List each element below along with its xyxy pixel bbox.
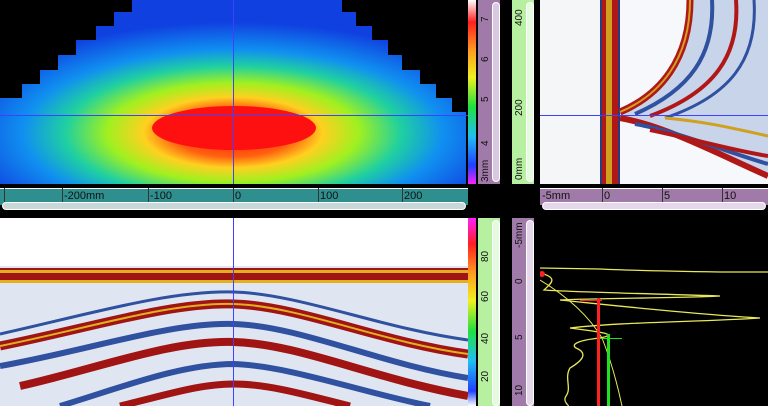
dscan-x-scrollbar[interactable] [542,202,766,210]
cscan-x-tick-label: 0 [235,190,242,202]
cscan-y-scale[interactable]: 3mm 4 5 6 7 [478,0,500,184]
cscan-x-tick-label: -100 [150,190,173,202]
dscan-x-tick-label: 0 [604,190,611,202]
dscan-x-tick-label: 10 [724,190,737,202]
dscan-y-scale[interactable]: 0mm 200 400 [512,0,534,184]
gate-b-level[interactable] [600,338,622,339]
cscan-x-tick-label: 200 [404,190,423,202]
bscan-amp-scrollbar[interactable] [492,220,500,406]
ascan-depth-tick-label: -5mm [514,222,525,248]
cscan-color-palette [468,0,476,184]
cscan-view[interactable] [0,0,468,184]
cscan-amplitude-map [0,0,466,184]
bscan-amplitude-scale[interactable]: 20 40 60 80 [478,218,500,406]
dscan-x-tick-label: -5mm [542,190,571,202]
ascan-depth-tick-label: 10 [514,384,525,396]
ascan-depth-tick-label: 5 [514,334,525,340]
cscan-cursor-vertical[interactable] [233,0,234,184]
bscan-amp-tick-label: 60 [480,290,491,302]
cscan-y-scrollbar[interactable] [492,2,500,182]
cscan-x-tick-label: -200mm [64,190,105,202]
dscan-y-tick-label: 0mm [514,157,525,180]
bscan-amp-tick-label: 80 [480,250,491,262]
bscan-view[interactable] [0,218,468,406]
bscan-color-palette [468,218,476,406]
ascan-depth-scale[interactable]: -5mm 0 5 10 [512,218,534,406]
cscan-y-tick-label: 3mm [480,159,491,182]
cscan-hotspot [152,106,316,150]
bscan-amp-tick-label: 20 [480,370,491,382]
cscan-y-tick-label: 7 [480,16,491,22]
dscan-cursor-horizontal[interactable] [540,115,768,116]
dscan-view[interactable] [540,0,768,184]
bscan-amp-tick-label: 40 [480,332,491,344]
gate-b[interactable] [607,334,610,406]
ascan-view[interactable] [540,218,768,406]
cscan-y-tick-label: 4 [480,140,491,146]
ascan-baseline-trace [540,267,768,273]
ascan-waveform [540,267,768,406]
cscan-x-scale[interactable]: -200mm -100 0 100 200 [0,186,468,212]
dscan-y-tick-label: 400 [514,9,525,26]
gate-a[interactable] [597,298,600,406]
ascan-depth-scrollbar[interactable] [526,220,534,406]
dscan-x-tick-label: 5 [664,190,671,202]
ascan-echo-trace [540,272,761,406]
ascan-marker[interactable] [540,271,545,277]
bscan-image [0,218,468,406]
bscan-cursor-vertical[interactable] [233,218,234,406]
ascan-depth-tick-label: 0 [514,278,525,284]
cscan-y-tick-label: 6 [480,56,491,62]
cscan-x-tick-label: 100 [320,190,339,202]
dscan-y-tick-label: 200 [514,99,525,116]
dscan-y-scrollbar[interactable] [526,2,534,182]
dscan-image [540,0,768,184]
cscan-y-tick-label: 5 [480,96,491,102]
gate-a-level[interactable] [580,300,602,301]
cscan-x-scrollbar[interactable] [2,202,466,210]
dscan-x-scale[interactable]: -5mm 0 5 10 [540,186,768,212]
cscan-cursor-horizontal[interactable] [0,115,468,116]
